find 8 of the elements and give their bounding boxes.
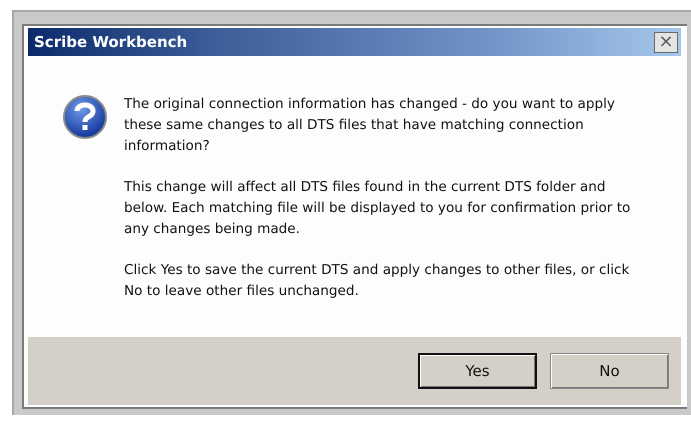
- message-text: This change will affect all DTS files found in the current DTS folder and below. Each matching file will be displayed to you for confirmation prior to any changes being made.: [124, 178, 632, 239]
- dialog-button[interactable]: Yes: [418, 353, 537, 389]
- question-icon: [62, 94, 108, 140]
- window-title: Scribe Workbench: [34, 33, 188, 51]
- message-text: Click Yes to save the current DTS and apply changes to other files, or click No to leave other files unchanged.: [124, 261, 630, 301]
- close-button[interactable]: ×: [654, 32, 678, 52]
- dialog-button[interactable]: No: [550, 353, 669, 389]
- message-text: The original connection information has changed - do you want to apply these same changes to all DTS files that have matching connection information?: [124, 95, 616, 156]
